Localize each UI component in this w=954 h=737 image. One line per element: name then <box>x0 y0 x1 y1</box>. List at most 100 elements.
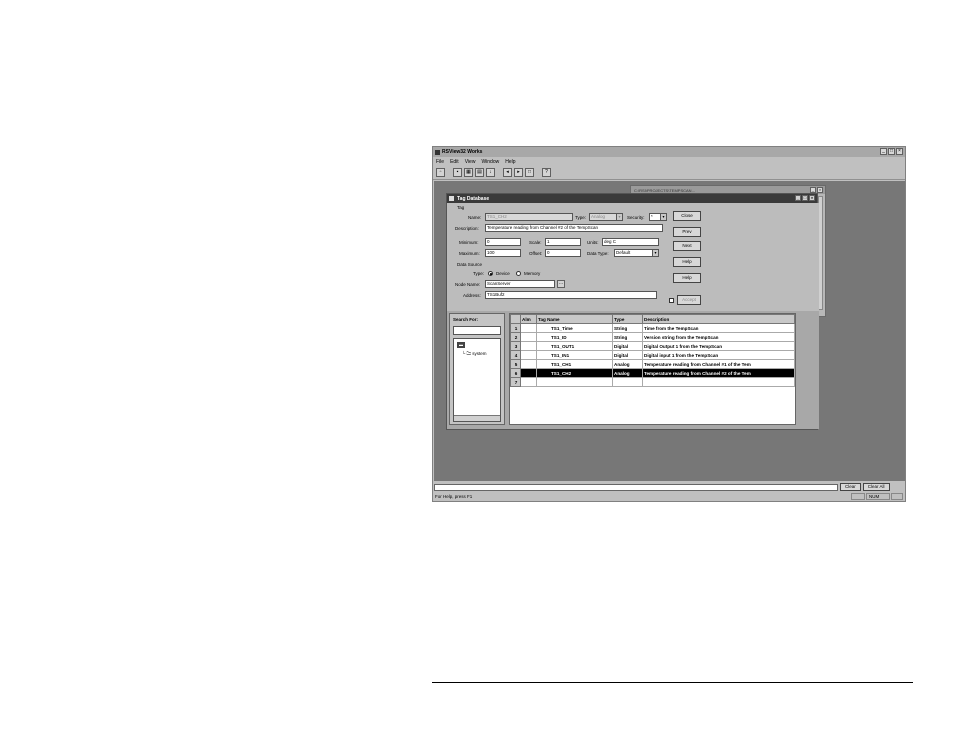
tag-help-button[interactable]: Help <box>673 257 701 267</box>
root-folder-icon[interactable]: ▬ <box>457 342 465 348</box>
tag-name-cell: TS1_OUT1 <box>536 341 613 351</box>
window-icon[interactable]: □ <box>525 168 534 177</box>
clear-all-button[interactable]: Clear All <box>862 483 890 491</box>
address-field[interactable]: TS1Buf2 <box>485 291 657 299</box>
type-cell: Analog <box>612 368 643 378</box>
units-field[interactable]: deg C <box>602 238 659 246</box>
chevron-down-icon: ▾ <box>660 214 666 220</box>
menu-help[interactable]: Help <box>505 159 515 165</box>
device-label: Device <box>496 271 510 276</box>
nodename-field[interactable]: ScanServer <box>485 280 555 288</box>
tag-list-area: Search For: ▬ └ 🗀 system Alm Tag Name Ty… <box>447 311 819 429</box>
search-input[interactable] <box>453 326 501 335</box>
header-alm[interactable]: Alm <box>520 314 537 324</box>
browse-node-button[interactable]: … <box>557 280 565 288</box>
scale-field[interactable]: 1 <box>545 238 581 246</box>
help-icon[interactable]: ? <box>542 168 551 177</box>
back-icon[interactable]: ◂ <box>503 168 512 177</box>
maximum-label: Maximum: <box>459 251 480 256</box>
menu-file[interactable]: File <box>436 159 444 165</box>
rsview-window: RSView32 Works _ □ × File Edit View Wind… <box>432 146 906 502</box>
tag-database-window: Tag Database _ □ × Tag Name: TS1_CH2 Typ… <box>446 193 819 430</box>
table-row-selected[interactable]: 6 TS1_CH2 Analog Temperature reading fro… <box>510 368 795 378</box>
tag-name-cell: TS1_CH2 <box>536 368 613 378</box>
menu-edit[interactable]: Edit <box>450 159 459 165</box>
security-select[interactable]: * ▾ <box>649 213 667 221</box>
description-field[interactable]: Temperature reading from Channel #2 of t… <box>485 224 663 232</box>
header-tag-name[interactable]: Tag Name <box>536 314 613 324</box>
alm-cell <box>520 341 537 351</box>
minimize-button[interactable]: _ <box>880 148 887 155</box>
tag-group-label: Tag <box>457 205 465 210</box>
row-number: 1 <box>510 323 521 333</box>
tree-scrollbar[interactable] <box>454 415 500 421</box>
accept-checkbox[interactable] <box>669 298 674 303</box>
memory-label: Memory <box>524 271 541 276</box>
resize-grip[interactable] <box>891 493 903 500</box>
header-description[interactable]: Description <box>642 314 795 324</box>
type-cell: Digital <box>612 350 643 360</box>
close-button[interactable]: × <box>896 148 903 155</box>
tag-database-titlebar: Tag Database _ □ × <box>447 194 817 203</box>
datatype-select[interactable]: Default ▾ <box>614 249 659 257</box>
tag-grid: Alm Tag Name Type Description 1 TS1_Time <box>509 313 796 425</box>
minimum-field[interactable]: 0 <box>485 238 521 246</box>
forward-icon[interactable]: ▸ <box>514 168 523 177</box>
tag-name-cell: TS1_Time <box>536 323 613 333</box>
folder-tree[interactable]: ▬ └ 🗀 system <box>453 338 501 422</box>
download-icon[interactable]: ↓ <box>486 168 495 177</box>
data-source-help-button[interactable]: Help <box>673 273 701 283</box>
next-button[interactable]: Next <box>673 241 701 251</box>
tagdb-maximize-button[interactable]: □ <box>802 195 808 201</box>
table-row[interactable]: 2 TS1_ID String Version string from the … <box>510 332 795 342</box>
toolbar: ▫ ▪ ▦ ▤ ↓ ◂ ▸ □ ? <box>433 166 905 180</box>
new-icon[interactable]: ▫ <box>436 168 445 177</box>
maximize-button[interactable]: □ <box>888 148 895 155</box>
tree-item-system[interactable]: └ 🗀 system <box>462 350 486 358</box>
prev-button[interactable]: Prev <box>673 227 701 237</box>
offset-label: Offset: <box>529 251 543 256</box>
menu-view[interactable]: View <box>465 159 476 165</box>
search-panel: Search For: ▬ └ 🗀 system <box>449 313 505 425</box>
activity-field[interactable] <box>434 483 838 491</box>
memory-radio[interactable] <box>516 271 521 276</box>
tagdb-minimize-button[interactable]: _ <box>795 195 801 201</box>
alm-cell <box>520 332 537 342</box>
accept-button[interactable]: Accept <box>677 295 701 305</box>
grid-header: Alm Tag Name Type Description <box>510 314 795 324</box>
grid-icon[interactable]: ▦ <box>464 168 473 177</box>
row-number: 2 <box>510 332 521 342</box>
table-row[interactable]: 5 TS1_CH1 Analog Temperature reading fro… <box>510 359 795 369</box>
header-type[interactable]: Type <box>612 314 643 324</box>
table-row[interactable]: 3 TS1_OUT1 Digital Digital Output 1 from… <box>510 341 795 351</box>
table-row[interactable]: 4 TS1_IN1 Digital Digital input 1 from t… <box>510 350 795 360</box>
row-number: 5 <box>510 359 521 369</box>
list-icon[interactable]: ▤ <box>475 168 484 177</box>
offset-field[interactable]: 0 <box>545 249 581 257</box>
name-label: Name: <box>468 215 482 220</box>
close-tagdb-button[interactable]: Close <box>673 211 701 221</box>
type-cell <box>612 377 643 387</box>
type-cell: Analog <box>612 359 643 369</box>
name-field[interactable]: TS1_CH2 <box>485 213 573 221</box>
menu-window[interactable]: Window <box>481 159 499 165</box>
status-num: NUM <box>866 493 890 500</box>
scale-label: Scale: <box>529 240 542 245</box>
tagdb-close-button[interactable]: × <box>809 195 815 201</box>
device-radio[interactable] <box>488 271 493 276</box>
clear-button[interactable]: Clear <box>840 483 861 491</box>
table-row[interactable]: 7 <box>510 377 795 387</box>
maximum-field[interactable]: 100 <box>485 249 521 257</box>
type-select[interactable]: Analog ▾ <box>589 213 623 221</box>
chevron-down-icon: ▾ <box>616 214 622 220</box>
minimum-label: Minimum: <box>459 240 479 245</box>
tag-name-cell: TS1_CH1 <box>536 359 613 369</box>
type-label: Type: <box>575 215 587 220</box>
description-label: Description: <box>455 226 479 231</box>
open-icon[interactable]: ▪ <box>453 168 462 177</box>
address-label: Address: <box>463 293 481 298</box>
chevron-down-icon: ▾ <box>652 250 658 256</box>
tag-db-icon <box>449 196 454 201</box>
description-cell: Time from the TempScan <box>642 323 795 333</box>
table-row[interactable]: 1 TS1_Time String Time from the TempScan <box>510 323 795 333</box>
